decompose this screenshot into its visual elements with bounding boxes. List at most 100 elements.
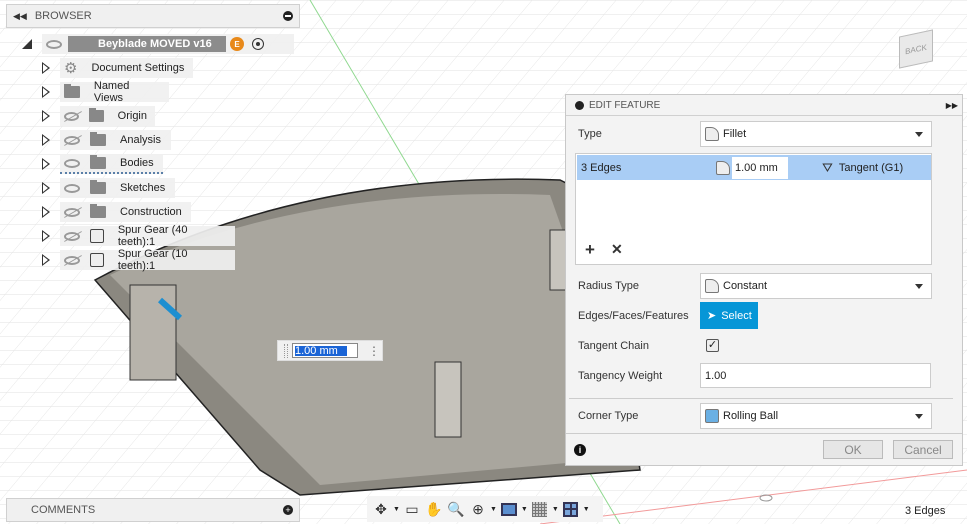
more-options-icon[interactable]: ⋮ [368, 345, 380, 357]
expand-arrow-icon[interactable] [42, 158, 50, 170]
fit-icon[interactable]: ⊕ [468, 499, 488, 519]
expand-arrow-icon[interactable] [42, 86, 50, 98]
add-comment-icon[interactable]: + [283, 505, 293, 515]
visibility-eye-icon[interactable] [64, 158, 80, 168]
expand-arrow-icon[interactable] [42, 230, 50, 242]
navigation-toolbar: ✥ ▼ ▭ ✋ 🔍 ⊕ ▼ ▼ ▼ ▼ [367, 496, 603, 522]
divider [569, 398, 953, 399]
comments-bar[interactable]: COMMENTS + [6, 498, 300, 522]
tangent-chain-checkbox[interactable]: ✓ [706, 339, 719, 352]
tangency-weight-input[interactable]: 1.00 [700, 363, 931, 388]
comments-title: COMMENTS [31, 504, 96, 516]
folder-icon [90, 155, 106, 169]
info-icon[interactable]: i [574, 444, 586, 456]
type-dropdown[interactable]: Fillet [700, 121, 932, 147]
drag-handle-icon[interactable] [284, 343, 288, 358]
visibility-eye-icon[interactable] [64, 183, 80, 193]
visibility-eye-icon[interactable] [46, 39, 62, 49]
chevron-down-icon[interactable]: ▼ [552, 506, 559, 513]
selection-edges: 3 Edges [581, 161, 622, 174]
expand-arrow-icon[interactable] [42, 110, 50, 122]
add-icon[interactable]: + [585, 241, 595, 258]
tree-item-label: Analysis [120, 134, 161, 146]
tree-root[interactable]: Beyblade MOVED v16 E [22, 34, 294, 54]
chevron-down-icon[interactable]: ▼ [583, 506, 590, 513]
radius-type-label: Radius Type [578, 280, 639, 292]
select-button[interactable]: ➤ Select [700, 302, 758, 329]
select-button-label: Select [721, 309, 752, 322]
tree-item-label: Spur Gear (10 teeth):1 [117, 248, 188, 272]
type-value: Fillet [723, 128, 747, 140]
corner-type-dropdown[interactable]: Rolling Ball [700, 403, 932, 429]
fillet-icon [705, 127, 719, 141]
expand-arrow-icon[interactable] [42, 254, 50, 266]
chevron-down-icon[interactable]: ▼ [393, 506, 400, 513]
expand-arrow-icon[interactable] [42, 206, 50, 218]
chevron-down-icon [915, 132, 923, 137]
ok-button[interactable]: OK [823, 440, 883, 459]
constant-radius-icon [705, 279, 719, 293]
fillet-radius-icon [716, 160, 730, 175]
selection-row[interactable]: 3 Edges 1.00 mm ⛛ Tangent (G1) [577, 155, 931, 180]
display-settings-icon[interactable] [499, 499, 519, 519]
corner-type-value: Rolling Ball [723, 410, 779, 422]
root-label: Beyblade MOVED v16 [68, 36, 226, 52]
expand-arrow-icon[interactable] [42, 134, 50, 146]
dialog-header: EDIT FEATURE ▶▶ [566, 95, 962, 116]
grid-icon[interactable] [530, 499, 550, 519]
cancel-button[interactable]: Cancel [893, 440, 953, 459]
tree-item-label: Spur Gear (40 teeth):1 [117, 224, 188, 248]
dimension-input[interactable]: 1.00 mm [292, 343, 358, 358]
type-label: Type [578, 128, 602, 140]
tangency-weight-label: Tangency Weight [578, 370, 663, 382]
activate-radio-icon[interactable] [252, 38, 264, 50]
folder-icon [89, 108, 104, 122]
hidden-eye-icon[interactable] [64, 207, 80, 217]
pan-hand-icon[interactable]: ✋ [424, 499, 444, 519]
selection-status: 3 Edges [905, 505, 946, 517]
chevron-down-icon [915, 284, 923, 289]
cursor-arrow-icon: ➤ [707, 310, 717, 322]
corner-type-label: Corner Type [578, 410, 639, 422]
hidden-eye-icon[interactable] [64, 135, 80, 145]
look-at-icon[interactable]: ▭ [402, 499, 422, 519]
tree-item-label: Sketches [120, 182, 166, 194]
expand-arrow-icon[interactable] [42, 62, 50, 74]
radius-input[interactable]: 1.00 mm [732, 156, 788, 179]
hidden-eye-icon[interactable] [64, 231, 80, 241]
remove-icon[interactable]: ✕ [611, 242, 623, 256]
expand-arrow-icon[interactable] [42, 182, 50, 194]
tree-item-label: Origin [117, 110, 147, 122]
orbit-icon[interactable]: ✥ [371, 499, 391, 519]
folder-icon [90, 180, 106, 194]
viewcube[interactable]: BACK [895, 25, 943, 73]
continuity-dropdown[interactable]: Tangent (G1) [839, 162, 903, 174]
minimize-icon[interactable] [283, 11, 293, 21]
minimize-icon[interactable] [575, 100, 584, 110]
viewports-icon[interactable] [561, 499, 581, 519]
folder-icon [90, 132, 106, 146]
expand-icon[interactable] [22, 39, 32, 49]
zoom-icon[interactable]: 🔍 [446, 499, 466, 519]
selection-list: 3 Edges 1.00 mm ⛛ Tangent (G1) + ✕ [575, 153, 932, 265]
hidden-eye-icon[interactable] [64, 111, 79, 121]
tree-item-label: Named Views [93, 80, 130, 104]
folder-icon [90, 204, 106, 218]
collapse-left-icon[interactable]: ◀◀ [13, 11, 27, 22]
chevron-down-icon[interactable]: ▼ [521, 506, 528, 513]
chevron-down-icon [915, 414, 923, 419]
edit-feature-dialog: EDIT FEATURE ▶▶ Type Fillet 3 Edges 1.00… [565, 94, 963, 466]
folder-icon [64, 84, 80, 98]
tree-item-label: Construction [120, 206, 182, 218]
expand-right-icon[interactable]: ▶▶ [946, 101, 958, 110]
radius-type-dropdown[interactable]: Constant [700, 273, 932, 299]
browser-title: BROWSER [34, 10, 92, 22]
chevron-down-icon[interactable]: ▼ [490, 506, 497, 513]
rolling-ball-icon [705, 409, 719, 423]
edit-badge: E [230, 37, 244, 51]
hidden-eye-icon[interactable] [64, 255, 80, 265]
dialog-title: EDIT FEATURE [589, 99, 661, 111]
viewcube-back-face[interactable]: BACK [899, 29, 933, 69]
radius-type-value: Constant [723, 280, 768, 292]
tree-item-label: Bodies [120, 157, 154, 169]
